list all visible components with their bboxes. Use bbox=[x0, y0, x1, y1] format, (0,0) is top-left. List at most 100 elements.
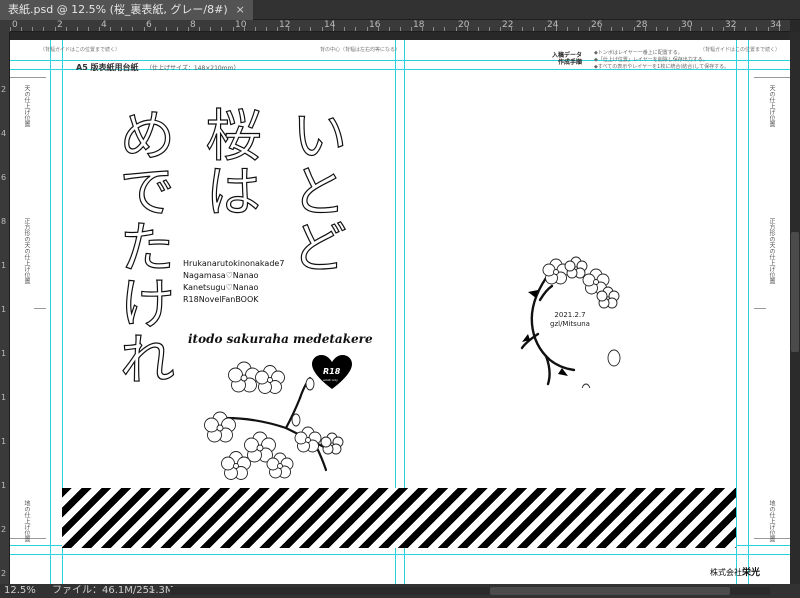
ruler-tick bbox=[355, 27, 356, 31]
ruler-tick bbox=[779, 27, 780, 31]
vertical-scroll-thumb[interactable] bbox=[791, 232, 799, 352]
publish-date: 2021.2.7 bbox=[554, 311, 586, 319]
crop-mark bbox=[754, 77, 790, 78]
ruler-tick bbox=[701, 27, 702, 31]
ruler-tick bbox=[378, 27, 379, 31]
document-tab-title: 表紙.psd @ 12.5% (桜_裏表紙, グレー/8#) bbox=[8, 3, 228, 16]
status-bar: 12.5% ファイル：46.1M/251.3M > bbox=[0, 584, 800, 598]
horizontal-scrollbar[interactable] bbox=[170, 587, 770, 595]
crop-mark bbox=[10, 77, 46, 78]
ruler-tick bbox=[545, 27, 546, 31]
ruler-top-label: 2 bbox=[57, 20, 63, 30]
ruler-tick bbox=[522, 27, 523, 31]
left-top-trim-label: 天の仕上げ位置 bbox=[23, 85, 30, 127]
ruler-tick bbox=[433, 27, 434, 31]
ruler-left-label: 1 bbox=[1, 261, 7, 270]
ruler-tick bbox=[322, 27, 323, 31]
ruler-tick bbox=[489, 27, 490, 31]
ruler-left-label: 2 bbox=[1, 85, 7, 94]
ruler-tick bbox=[533, 27, 534, 31]
ruler-left-label: 1 bbox=[1, 481, 7, 490]
ruler-tick bbox=[244, 27, 245, 31]
credit-line: Kanetsugu♡Nanao bbox=[183, 283, 259, 292]
horizontal-scroll-thumb[interactable] bbox=[490, 587, 730, 595]
document-canvas[interactable]: （背幅ガイドはこの位置まで続く） 背の中心（背幅は左右均等になる） （背幅ガイド… bbox=[10, 40, 790, 584]
ruler-tick bbox=[667, 27, 668, 31]
ruler-tick bbox=[756, 27, 757, 31]
zoom-level[interactable]: 12.5% bbox=[4, 584, 36, 598]
guide-vertical[interactable] bbox=[736, 40, 737, 584]
right-bottom-trim-label: 地の仕上げ位置 bbox=[768, 500, 775, 542]
ruler-tick bbox=[456, 27, 457, 31]
ruler-tick bbox=[734, 27, 735, 31]
ruler-tick bbox=[367, 27, 368, 31]
ruler-tick bbox=[634, 27, 635, 31]
instruction-notes: ◆トンボはレイヤー一番上に配置する。 ◆「仕上げ位置」レイヤーを削除し保存出力す… bbox=[594, 50, 754, 71]
ruler-top-label: 6 bbox=[146, 20, 152, 30]
ruler-tick bbox=[411, 27, 412, 31]
ruler-tick bbox=[277, 27, 278, 31]
document-tab-bar: 表紙.psd @ 12.5% (桜_裏表紙, グレー/8#) × bbox=[0, 0, 800, 20]
ruler-tick bbox=[567, 27, 568, 31]
ruler-tick bbox=[511, 27, 512, 31]
ruler-tick bbox=[66, 27, 67, 31]
template-title: A5 版表紙用台紙 bbox=[76, 63, 139, 72]
ruler-tick bbox=[144, 27, 145, 31]
guide-horizontal[interactable] bbox=[10, 554, 790, 555]
center-mark-right bbox=[754, 308, 766, 309]
vertical-scrollbar[interactable] bbox=[790, 32, 800, 584]
credit-line: R18NovelFanBOOK bbox=[183, 295, 259, 304]
ruler-tick bbox=[444, 27, 445, 31]
horizontal-ruler[interactable]: 0 2 4 6 8 10 12 14 16 18 20 22 24 26 28 30 32 34 bbox=[10, 20, 790, 32]
ruler-tick bbox=[210, 27, 211, 31]
guide-vertical[interactable] bbox=[748, 40, 749, 584]
ruler-tick bbox=[188, 27, 189, 31]
ruler-tick bbox=[110, 27, 111, 31]
close-tab-icon[interactable]: × bbox=[236, 0, 245, 20]
status-menu-arrow-icon[interactable]: > bbox=[148, 584, 156, 598]
ruler-tick bbox=[712, 27, 713, 31]
right-top-trim-label: 天の仕上げ位置 bbox=[768, 85, 775, 127]
ruler-tick bbox=[43, 27, 44, 31]
guide-vertical[interactable] bbox=[50, 40, 51, 584]
ruler-tick bbox=[344, 27, 345, 31]
title-column-2: 桜は bbox=[195, 105, 261, 218]
ruler-top-label: 0 bbox=[12, 20, 18, 30]
note-line: ◆「仕上げ位置」レイヤーを削除し保存出力する。 bbox=[594, 57, 708, 63]
ruler-tick bbox=[177, 27, 178, 31]
note-line: ◆すべての表示やレイヤーを1枚に統合(結合)して保存する。 bbox=[594, 64, 730, 70]
ruler-tick bbox=[389, 27, 390, 31]
ruler-left-label: 1 bbox=[1, 393, 7, 402]
ruler-left-label: 2 bbox=[1, 569, 7, 578]
ruler-left-label: 1 bbox=[1, 349, 7, 358]
ruler-tick bbox=[745, 27, 746, 31]
ruler-tick bbox=[467, 27, 468, 31]
diagonal-stripe-band bbox=[62, 488, 736, 548]
spine-guide-note-left: （背幅ガイドはこの位置まで続く） bbox=[40, 47, 121, 53]
canvas-area[interactable]: （背幅ガイドはこの位置まで続く） 背の中心（背幅は左右均等になる） （背幅ガイド… bbox=[10, 32, 790, 584]
printer-credit: 株式会社栄光 bbox=[710, 565, 760, 578]
document-tab[interactable]: 表紙.psd @ 12.5% (桜_裏表紙, グレー/8#) × bbox=[0, 0, 253, 20]
left-bottom-trim-label: 地の仕上げ位置 bbox=[23, 500, 30, 542]
vertical-ruler[interactable]: 2 4 6 8 1 1 1 1 1 1 2 2 bbox=[0, 32, 10, 584]
ruler-tick bbox=[255, 27, 256, 31]
ruler-tick bbox=[578, 27, 579, 31]
ruler-top-label: 8 bbox=[190, 20, 196, 30]
ruler-tick bbox=[333, 27, 334, 31]
ruler-tick bbox=[622, 27, 623, 31]
ruler-tick bbox=[422, 27, 423, 31]
author-credit: gzl/Mitsuna bbox=[550, 320, 590, 328]
ruler-tick bbox=[600, 27, 601, 31]
ruler-tick bbox=[266, 27, 267, 31]
ruler-tick bbox=[88, 27, 89, 31]
ruler-left-label: 1 bbox=[1, 437, 7, 446]
ruler-left-label: 8 bbox=[1, 217, 7, 226]
ruler-tick bbox=[589, 27, 590, 31]
ruler-tick bbox=[10, 27, 11, 31]
company-prefix: 株式会社 bbox=[710, 568, 742, 577]
ruler-tick bbox=[21, 27, 22, 31]
ruler-tick bbox=[556, 27, 557, 31]
ruler-tick bbox=[478, 27, 479, 31]
ruler-origin[interactable] bbox=[0, 20, 10, 32]
ruler-tick bbox=[723, 27, 724, 31]
